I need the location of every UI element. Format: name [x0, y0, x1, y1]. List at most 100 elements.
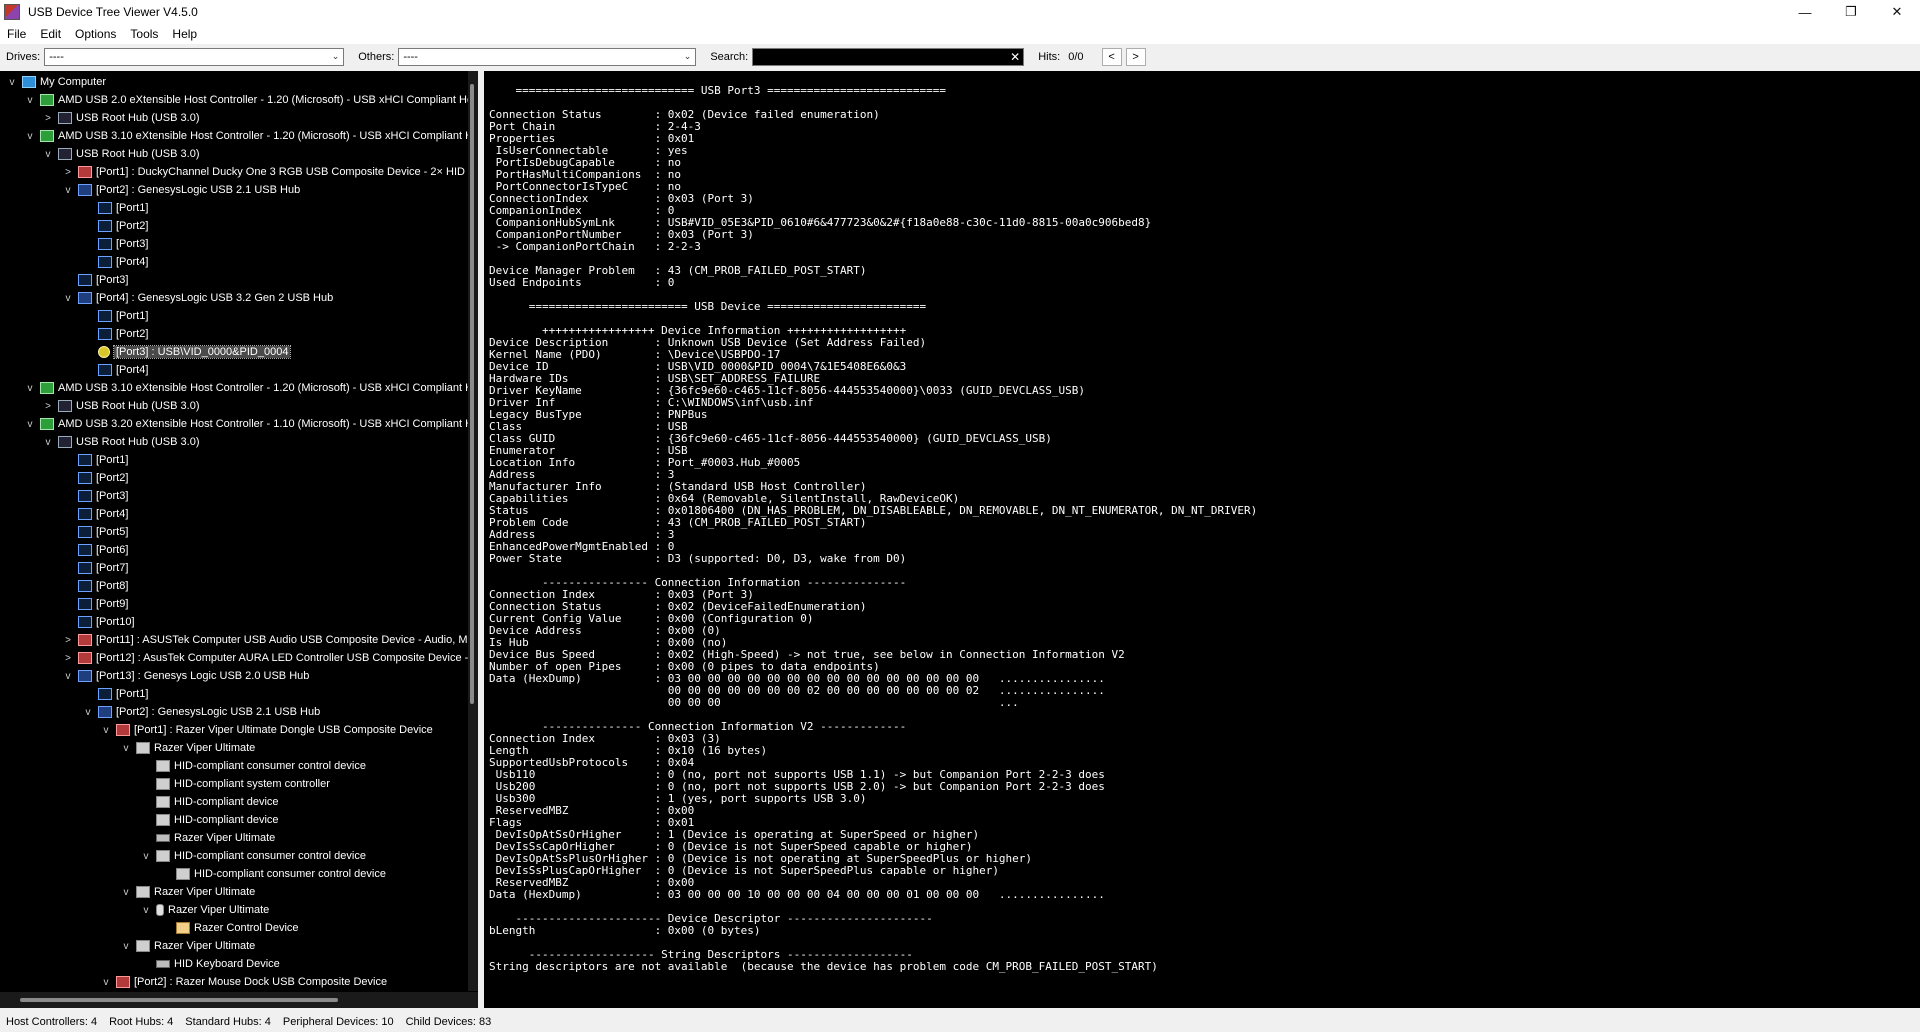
tree-item[interactable]: v [Port2] : GenesysLogic USB 2.1 USB Hub — [82, 703, 320, 721]
tree-item[interactable]: HID-compliant device — [140, 811, 279, 829]
menu-edit[interactable]: Edit — [33, 27, 68, 41]
tree-item[interactable]: v [Port2] : GenesysLogic USB 2.1 USB Hub — [62, 181, 300, 199]
tree-item[interactable]: [Port2] — [82, 325, 148, 343]
tree-item[interactable]: [Port7] — [62, 559, 128, 577]
expander-icon[interactable]: v — [140, 905, 152, 916]
tree-item[interactable]: HID Keyboard Device — [140, 955, 280, 973]
expander-icon[interactable]: v — [62, 185, 74, 196]
tree-item[interactable]: v My Computer — [6, 73, 106, 91]
tree-item[interactable]: HID-compliant system controller — [140, 775, 330, 793]
tree-item[interactable]: [Port1] — [82, 685, 148, 703]
tree-item[interactable]: > USB Root Hub (USB 3.0) — [42, 109, 200, 127]
tree-item[interactable]: v AMD USB 2.0 eXtensible Host Controller … — [24, 91, 476, 109]
tree-item[interactable]: [Port4] — [82, 361, 148, 379]
device-tree[interactable]: v My Computer v AMD USB 2.0 eXtensible Hos… — [0, 71, 478, 1008]
close-icon[interactable]: ✕ — [1874, 0, 1920, 24]
root-hub-icon — [58, 112, 72, 124]
expander-icon[interactable]: v — [24, 95, 36, 106]
tree-item[interactable]: v [Port13] : Genesys Logic USB 2.0 USB Hu… — [62, 667, 309, 685]
search-input[interactable]: ✕ — [752, 47, 1025, 66]
tree-item[interactable]: v Razer Viper Ultimate — [120, 883, 255, 901]
tree-item[interactable]: [Port2] — [82, 217, 148, 235]
expander-icon[interactable]: v — [100, 725, 112, 736]
tree-item[interactable]: [Port9] — [62, 595, 128, 613]
tree-item[interactable]: > [Port1] : DuckyChannel Ducky One 3 RGB … — [62, 163, 465, 181]
expander-icon[interactable]: v — [120, 941, 132, 952]
tree-item[interactable]: [Port1] — [82, 307, 148, 325]
tree-item[interactable]: [Port5] — [62, 523, 128, 541]
menu-file[interactable]: File — [0, 27, 33, 41]
restore-icon[interactable]: ❐ — [1828, 0, 1874, 24]
minimize-icon[interactable]: — — [1782, 0, 1828, 24]
usb-port-icon — [78, 562, 92, 574]
tree-item[interactable]: > USB Root Hub (USB 3.0) — [42, 397, 200, 415]
tree-item[interactable]: [Port3] — [62, 271, 128, 289]
computer-icon — [22, 76, 36, 88]
expander-icon[interactable]: > — [62, 167, 74, 178]
tree-item[interactable]: [Port3] — [62, 487, 128, 505]
usb-tree-app-icon — [4, 4, 20, 20]
expander-icon[interactable]: v — [120, 887, 132, 898]
others-select[interactable]: ---- ⌄ — [398, 47, 697, 66]
expander-icon[interactable]: v — [24, 131, 36, 142]
menu-help[interactable]: Help — [165, 27, 204, 41]
details-pane[interactable]: =========================== USB Port3 ==… — [484, 71, 1920, 1008]
tree-item[interactable]: v AMD USB 3.20 eXtensible Host Controller… — [24, 415, 473, 433]
tree-item[interactable]: Razer Viper Ultimate — [140, 829, 275, 847]
clear-search-icon[interactable]: ✕ — [1010, 49, 1020, 65]
expander-icon[interactable]: v — [42, 437, 54, 448]
previous-hit-button[interactable]: < — [1101, 47, 1122, 66]
tree-item[interactable]: v Razer Viper Ultimate — [140, 901, 269, 919]
chevron-down-icon: ⌄ — [331, 51, 340, 61]
expander-icon[interactable]: v — [100, 977, 112, 988]
expander-icon[interactable]: > — [62, 635, 74, 646]
expander-icon[interactable]: v — [140, 851, 152, 862]
expander-icon[interactable]: v — [24, 419, 36, 430]
tree-item[interactable]: v [Port1] : Razer Viper Ultimate Dongle U… — [100, 721, 433, 739]
tree-item[interactable]: HID-compliant device — [140, 793, 279, 811]
tree-item[interactable]: [Port8] — [62, 577, 128, 595]
tree-item[interactable]: Razer Control Device — [160, 919, 299, 937]
expander-icon[interactable]: > — [62, 653, 74, 664]
expander-icon[interactable]: v — [24, 383, 36, 394]
tree-item[interactable]: v [Port4] : GenesysLogic USB 3.2 Gen 2 US… — [62, 289, 333, 307]
expander-icon[interactable]: v — [120, 743, 132, 754]
tree-item[interactable]: [Port3] — [82, 235, 148, 253]
tree-item[interactable]: [Port4] — [62, 505, 128, 523]
tree-item[interactable]: v USB Root Hub (USB 3.0) — [42, 145, 200, 163]
tree-item[interactable]: > [Port11] : ASUSTek Computer USB Audio U… — [62, 631, 468, 649]
tree-item[interactable]: [Port4] — [82, 253, 148, 271]
tree-item[interactable]: v [Port2] : Razer Mouse Dock USB Composit… — [100, 973, 387, 991]
expander-icon[interactable]: v — [82, 707, 94, 718]
expander-icon[interactable]: > — [42, 113, 54, 124]
tree-item[interactable]: HID-compliant consumer control device — [140, 757, 366, 775]
tree-item[interactable]: v AMD USB 3.10 eXtensible Host Controller… — [24, 379, 473, 397]
tree-item[interactable]: > [Port12] : AsusTek Computer AURA LED Co… — [62, 649, 468, 667]
next-hit-button[interactable]: > — [1125, 47, 1146, 66]
drives-select[interactable]: ---- ⌄ — [44, 47, 345, 66]
others-select-value: ---- — [403, 50, 418, 63]
tree-horizontal-scroll-thumb[interactable] — [20, 998, 338, 1002]
expander-icon[interactable]: v — [42, 149, 54, 160]
tree-item[interactable]: HID-compliant consumer control device — [160, 865, 386, 883]
tree-item[interactable]: v AMD USB 3.10 eXtensible Host Controller… — [24, 127, 473, 145]
tree-item[interactable]: [Port10] — [62, 613, 135, 631]
expander-icon[interactable]: v — [62, 671, 74, 682]
usb-port-icon — [78, 454, 92, 466]
usb-port-icon — [78, 616, 92, 628]
tree-item[interactable]: v Razer Viper Ultimate — [120, 739, 255, 757]
tree-item[interactable]: v USB Root Hub (USB 3.0) — [42, 433, 200, 451]
tree-item[interactable]: v HID-compliant consumer control device — [140, 847, 366, 865]
tree-item-selected[interactable]: [Port3] : USB\VID_0000&PID_0004 — [82, 343, 292, 361]
expander-icon[interactable]: > — [42, 401, 54, 412]
tree-vertical-scroll-thumb[interactable] — [470, 84, 474, 704]
expander-icon[interactable]: v — [62, 293, 74, 304]
menu-options[interactable]: Options — [68, 27, 123, 41]
tree-item[interactable]: [Port2] — [62, 469, 128, 487]
expander-icon[interactable]: v — [6, 77, 18, 88]
tree-item[interactable]: [Port1] — [82, 199, 148, 217]
tree-item[interactable]: [Port6] — [62, 541, 128, 559]
menu-tools[interactable]: Tools — [123, 27, 165, 41]
tree-item[interactable]: [Port1] — [62, 451, 128, 469]
tree-item[interactable]: v Razer Viper Ultimate — [120, 937, 255, 955]
